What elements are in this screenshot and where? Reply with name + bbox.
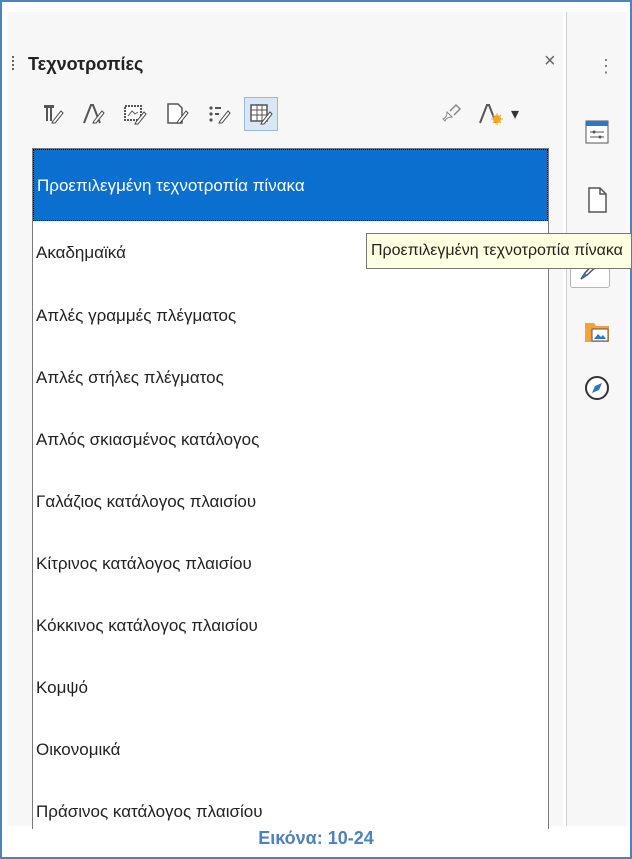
- panel-grip[interactable]: [12, 56, 16, 70]
- style-actions-button[interactable]: [474, 97, 508, 131]
- list-item[interactable]: Προεπιλεγμένη τεχνοτροπία πίνακα: [33, 149, 548, 221]
- list-item[interactable]: Οικονομικά: [33, 719, 548, 781]
- page-deck-button[interactable]: [577, 180, 617, 220]
- character-styles-button[interactable]: [76, 97, 110, 131]
- table-styles-button[interactable]: [244, 97, 278, 131]
- list-item[interactable]: Απλός σκιασμένος κατάλογος: [33, 409, 548, 471]
- fill-format-mode-button[interactable]: [434, 97, 468, 131]
- panel-title: Τεχνοτροπίες: [28, 54, 144, 74]
- style-tooltip: Προεπιλεγμένη τεχνοτροπία πίνακα: [366, 233, 632, 269]
- list-item[interactable]: Κίτρινος κατάλογος πλαισίου: [33, 533, 548, 595]
- style-category-toolbar: ▾: [34, 97, 554, 137]
- page-styles-icon: [167, 103, 189, 124]
- figure-caption: Εικόνα: 10-24: [258, 828, 374, 848]
- properties-icon: [585, 120, 609, 144]
- navigator-deck-button[interactable]: [577, 368, 617, 408]
- list-item[interactable]: Απλές γραμμές πλέγματος: [33, 285, 548, 347]
- style-actions-dropdown[interactable]: ▾: [504, 97, 526, 131]
- sidebar-deck: ⋮: [566, 12, 627, 826]
- paragraph-styles-icon: [44, 105, 64, 124]
- list-item[interactable]: Κόκκινος κατάλογος πλαισίου: [33, 595, 548, 657]
- list-item[interactable]: Απλές στήλες πλέγματος: [33, 347, 548, 409]
- list-styles-icon: [209, 106, 231, 124]
- close-panel-button[interactable]: ×: [544, 50, 556, 73]
- list-item[interactable]: Γαλάζιος κατάλογος πλαισίου: [33, 471, 548, 533]
- properties-deck-button[interactable]: [577, 112, 617, 152]
- list-item[interactable]: Πράσινος κατάλογος πλαισίου: [33, 781, 548, 829]
- page-styles-button[interactable]: [160, 97, 194, 131]
- list-styles-button[interactable]: [202, 97, 236, 131]
- navigator-icon: [585, 376, 609, 400]
- table-styles-icon: [250, 104, 273, 125]
- character-styles-icon: [83, 104, 105, 124]
- paragraph-styles-button[interactable]: [34, 97, 68, 131]
- gallery-deck-button[interactable]: [577, 312, 617, 352]
- list-item[interactable]: Κομψό: [33, 657, 548, 719]
- frame-styles-button[interactable]: [118, 97, 152, 131]
- fill-format-icon: [442, 103, 462, 122]
- frame-styles-icon: [124, 105, 147, 125]
- page-icon: [588, 187, 607, 213]
- gallery-icon: [585, 323, 609, 342]
- deck-menu-button[interactable]: ⋮: [597, 56, 615, 77]
- style-actions-icon: [479, 104, 503, 125]
